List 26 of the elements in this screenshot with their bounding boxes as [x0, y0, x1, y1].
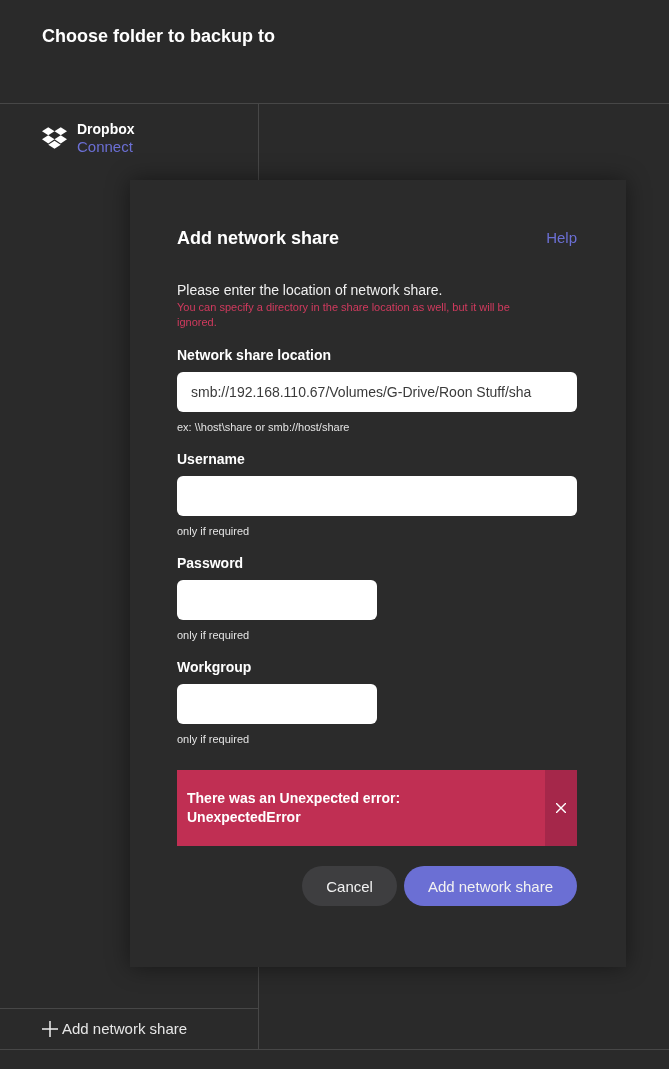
field-label: Workgroup [177, 658, 252, 676]
add-network-share-button[interactable]: Add network share [403, 866, 577, 906]
field-hint: only if required [177, 524, 250, 538]
close-button[interactable] [545, 770, 577, 846]
field-hint: only if required [177, 732, 250, 746]
close-icon [556, 803, 566, 813]
field-label: Network share location [177, 346, 332, 364]
cancel-button[interactable]: Cancel [302, 866, 397, 906]
page-title: Choose folder to backup to [42, 25, 275, 48]
text-field[interactable]: smb://192.168.110.67/Volumes/G-Drive/Roon Stuff/sha [177, 372, 577, 412]
text-field[interactable] [177, 684, 377, 724]
field-hint: only if required [177, 628, 250, 642]
field-label: Username [177, 450, 245, 468]
field-hint: ex: \\host\share or smb://host/share [177, 420, 350, 434]
text-field[interactable] [177, 476, 577, 516]
instruction-text: Please enter the location of network share. [177, 281, 443, 299]
field-label: Password [177, 554, 244, 572]
error-message: There was an Unexpected error: [187, 789, 401, 808]
warning-note: You can specify a directory in the share location as well, but it will be ignored. [177, 300, 511, 330]
plus-icon [42, 1021, 58, 1037]
service-name: Dropbox [77, 120, 135, 138]
error-code: UnexpectedError [187, 808, 301, 827]
dropbox-logo-icon [42, 127, 67, 149]
dialog-title: Add network share [177, 227, 340, 250]
add-network-share-button[interactable]: Add network share [42, 1020, 188, 1038]
text-field[interactable] [177, 580, 377, 620]
